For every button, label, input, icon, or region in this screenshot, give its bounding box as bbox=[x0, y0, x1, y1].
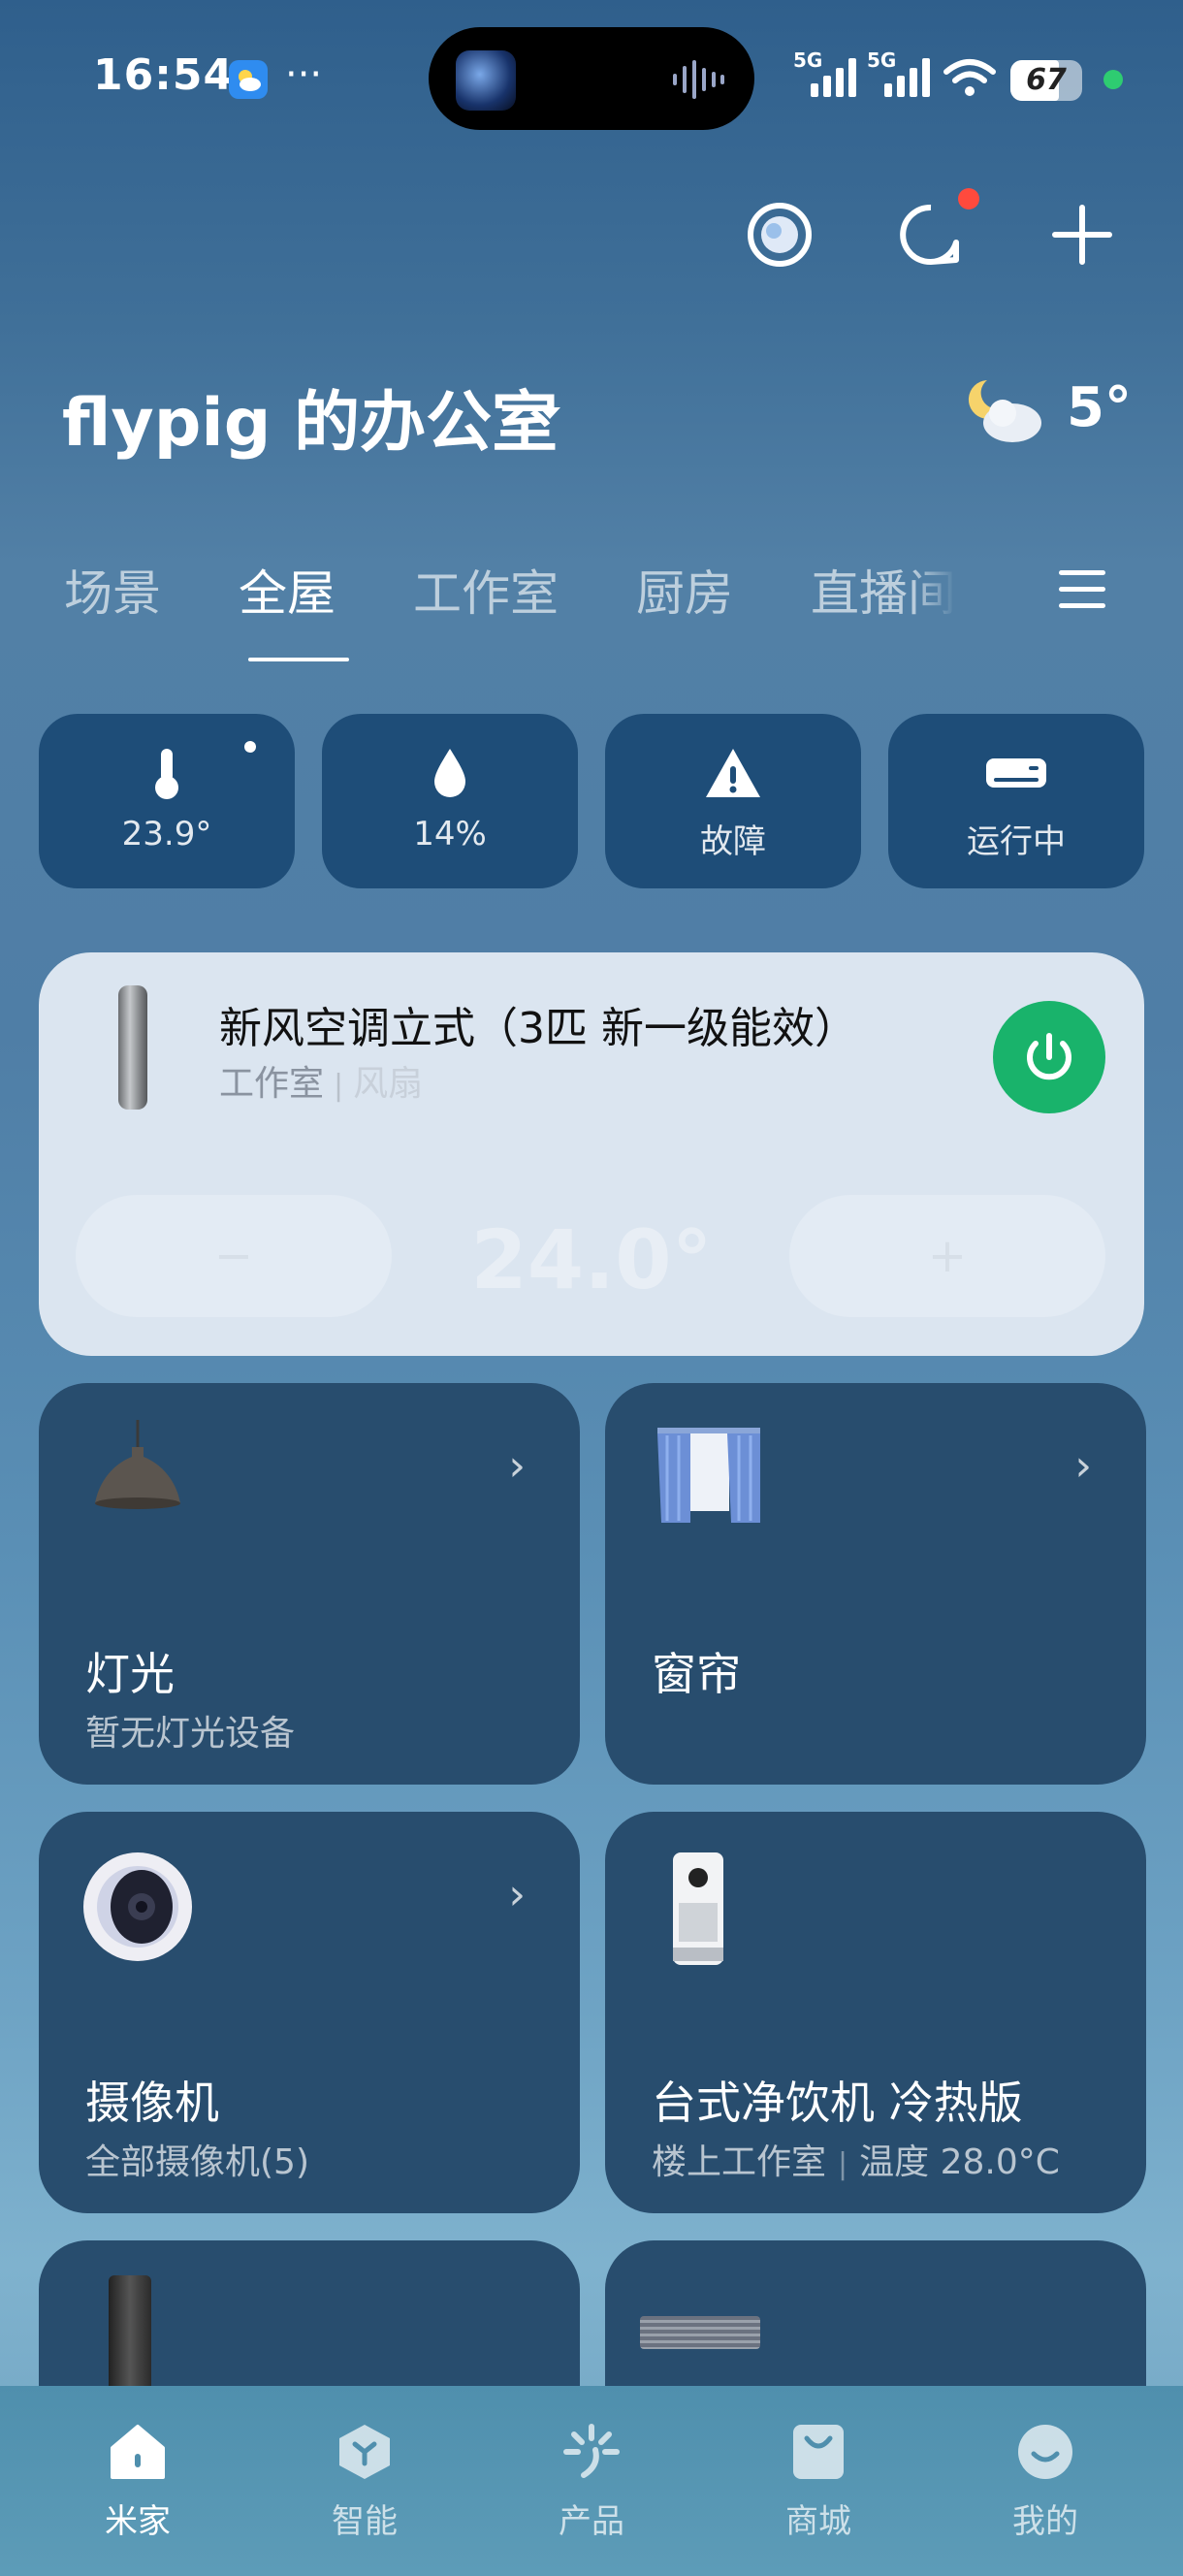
tile-name: 灯光 bbox=[85, 1648, 175, 1700]
tab-studio[interactable]: 工作室 bbox=[413, 555, 559, 625]
tile-name: 窗帘 bbox=[652, 1648, 741, 1700]
stat-fault[interactable]: 故障 bbox=[605, 714, 861, 888]
ac-device-subtitle: 工作室 | 风扇 bbox=[219, 1064, 424, 1104]
outdoor-temperature: 5° bbox=[1067, 376, 1132, 439]
menu-icon[interactable] bbox=[1059, 570, 1105, 609]
floor-ac-icon bbox=[118, 985, 147, 1110]
chevron-right-icon: › bbox=[508, 1870, 526, 1919]
ac-room: 工作室 bbox=[219, 1064, 325, 1104]
unread-badge bbox=[958, 188, 979, 209]
product-icon bbox=[560, 2421, 623, 2483]
tile-name: 台式净饮机 冷热版 bbox=[652, 2077, 1023, 2129]
heater-icon bbox=[640, 2316, 760, 2349]
wifi-icon bbox=[943, 56, 997, 99]
nav-label: 我的 bbox=[1012, 2502, 1078, 2541]
nav-label: 商城 bbox=[785, 2502, 851, 2541]
voice-assistant-icon[interactable] bbox=[745, 200, 815, 270]
tab-whole-house[interactable]: 全屋 bbox=[239, 555, 336, 625]
signal-1-icon bbox=[811, 54, 856, 97]
running-status: 运行中 bbox=[967, 822, 1066, 861]
status-time: 16:54 bbox=[93, 50, 235, 100]
tile-name: 摄像机 bbox=[85, 2077, 219, 2129]
floor-fan-icon bbox=[109, 2275, 151, 2392]
profile-icon bbox=[1014, 2421, 1076, 2483]
purifier-temperature: 温度 28.0°C bbox=[859, 2142, 1060, 2182]
battery-percent: 67 bbox=[1026, 63, 1067, 97]
water-purifier-tile[interactable]: 台式净饮机 冷热版 楼上工作室 | 温度 28.0°C bbox=[605, 1812, 1146, 2213]
indoor-temperature: 23.9° bbox=[121, 815, 212, 853]
stat-temperature[interactable]: 23.9° bbox=[39, 714, 295, 888]
nav-smart[interactable]: 智能 bbox=[287, 2421, 442, 2542]
status-dot bbox=[244, 741, 256, 753]
warning-icon bbox=[605, 745, 861, 803]
chevron-right-icon: › bbox=[508, 1441, 526, 1491]
tile-subtitle: 全部摄像机(5) bbox=[85, 2142, 309, 2182]
nav-shop[interactable]: 商城 bbox=[741, 2421, 896, 2542]
nav-label: 智能 bbox=[332, 2502, 398, 2541]
chevron-right-icon: › bbox=[1074, 1441, 1092, 1491]
camera-icon bbox=[81, 1851, 194, 1963]
tile-subtitle: 楼上工作室 | 温度 28.0°C bbox=[652, 2142, 1060, 2182]
humidity-drop-icon bbox=[322, 745, 578, 803]
curtains-tile[interactable]: › 窗帘 bbox=[605, 1383, 1146, 1785]
more-notifications-icon: ··· bbox=[285, 52, 323, 97]
stat-humidity[interactable]: 14% bbox=[322, 714, 578, 888]
smart-icon bbox=[334, 2421, 396, 2483]
weather-app-icon bbox=[229, 60, 268, 99]
partly-cloudy-night-icon bbox=[964, 372, 1045, 446]
messages-icon[interactable] bbox=[896, 200, 966, 270]
home-icon bbox=[107, 2421, 169, 2483]
nav-profile[interactable]: 我的 bbox=[968, 2421, 1123, 2542]
fault-status: 故障 bbox=[700, 822, 766, 861]
add-icon[interactable] bbox=[1047, 200, 1117, 270]
media-thumbnail-icon bbox=[456, 50, 516, 111]
air-conditioner-icon bbox=[888, 745, 1144, 803]
cameras-tile[interactable]: › 摄像机 全部摄像机(5) bbox=[39, 1812, 580, 2213]
indoor-humidity: 14% bbox=[413, 815, 487, 853]
tab-kitchen[interactable]: 厨房 bbox=[636, 555, 733, 625]
power-icon bbox=[1027, 1033, 1071, 1080]
plus-icon: + bbox=[927, 1229, 968, 1283]
shop-icon bbox=[787, 2421, 849, 2483]
lights-tile[interactable]: › 灯光 暂无灯光设备 bbox=[39, 1383, 580, 1785]
room-tabs: 场景 全屋 工作室 厨房 直播间 bbox=[64, 555, 1034, 625]
curtain-icon bbox=[655, 1426, 762, 1529]
active-tab-indicator bbox=[248, 658, 349, 661]
nav-home[interactable]: 米家 bbox=[60, 2421, 215, 2542]
nav-products[interactable]: 产品 bbox=[514, 2421, 669, 2542]
tab-live-room[interactable]: 直播间 bbox=[811, 555, 956, 625]
tab-scene[interactable]: 场景 bbox=[64, 555, 161, 625]
tile-subtitle: 暂无灯光设备 bbox=[85, 1714, 296, 1754]
power-button[interactable] bbox=[993, 1001, 1105, 1113]
nav-label: 产品 bbox=[559, 2502, 624, 2541]
ac-device-name: 新风空调立式（3匹 新一级能效） bbox=[219, 1004, 857, 1053]
audio-wave-icon bbox=[669, 58, 727, 101]
nav-label: 米家 bbox=[105, 2502, 171, 2541]
thermometer-icon bbox=[39, 745, 295, 803]
home-switch-caret-icon[interactable] bbox=[539, 407, 560, 419]
stat-running[interactable]: 运行中 bbox=[888, 714, 1144, 888]
home-title[interactable]: flypig 的办公室 bbox=[62, 369, 558, 465]
privacy-indicator bbox=[1103, 70, 1123, 89]
water-purifier-icon bbox=[669, 1851, 727, 1967]
pendant-lamp-icon bbox=[83, 1418, 192, 1527]
signal-2-icon bbox=[884, 54, 930, 97]
purifier-room: 楼上工作室 bbox=[652, 2142, 827, 2182]
ac-mode: 风扇 bbox=[353, 1064, 424, 1104]
